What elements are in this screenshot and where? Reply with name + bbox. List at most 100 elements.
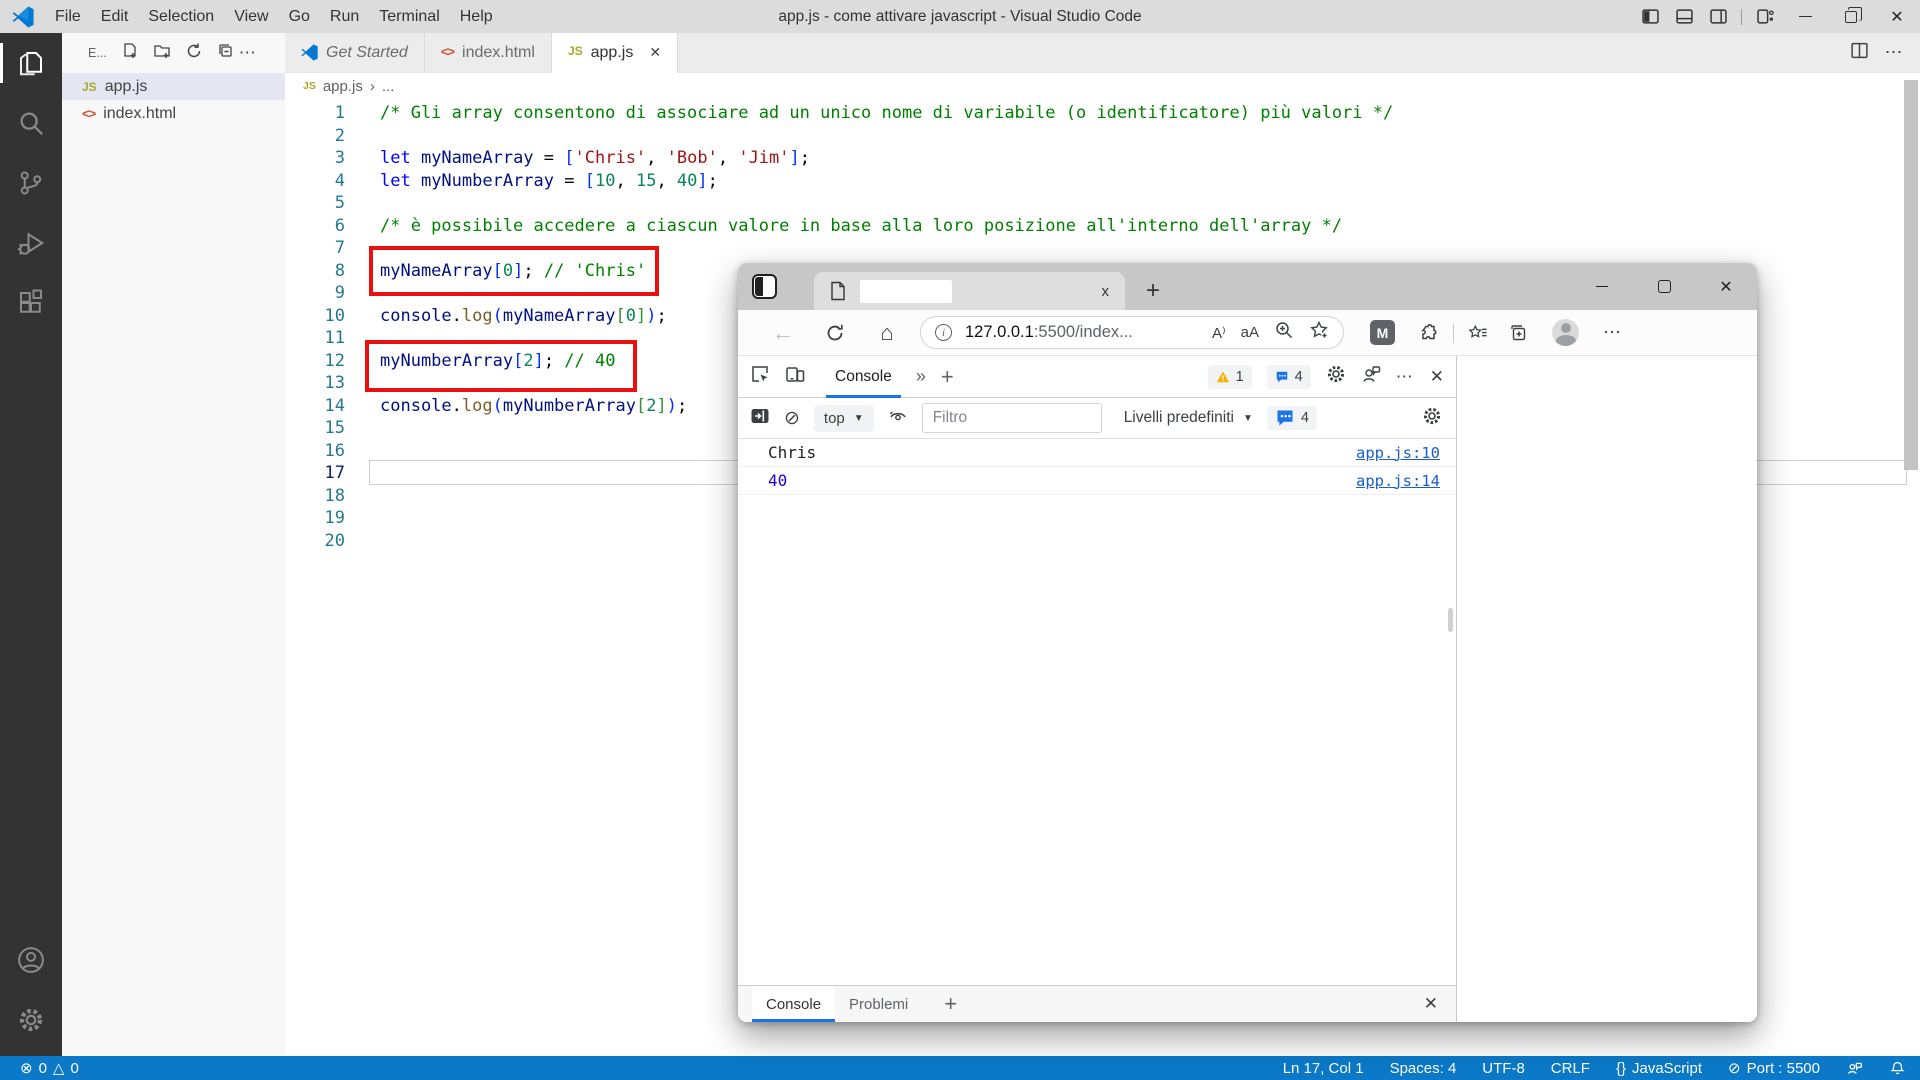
breadcrumb-symbol[interactable]: ... [382,78,395,95]
extension-m-icon[interactable]: M [1370,320,1395,345]
tab-get-started[interactable]: Get Started [285,33,425,72]
edge-close-button[interactable]: ✕ [1695,263,1757,310]
menu-selection[interactable]: Selection [138,0,224,33]
settings-more-icon[interactable]: ⋯ [1603,322,1623,343]
clear-console-icon[interactable]: ⊘ [784,409,800,428]
console-source-link[interactable]: app.js:14 [1356,472,1440,490]
edge-maximize-button[interactable] [1633,263,1695,310]
console-sidebar-icon[interactable] [750,406,770,431]
context-selector[interactable]: top ▼ [814,405,874,432]
edge-minimize-button[interactable] [1571,263,1633,310]
profile-avatar[interactable] [1552,319,1579,346]
refresh-icon[interactable] [185,42,203,65]
code-line[interactable] [380,192,1393,215]
settings-gear-icon[interactable] [0,990,62,1050]
explorer-more-actions[interactable]: ⋯ [239,43,257,63]
drawer-add-icon[interactable]: + [944,986,957,1022]
menu-go[interactable]: Go [279,0,320,33]
drawer-close-icon[interactable]: ✕ [1424,986,1456,1022]
search-icon[interactable] [0,93,62,153]
breadcrumb-file[interactable]: app.js [323,78,363,95]
browser-tab[interactable]: x [814,272,1125,310]
code-line[interactable] [380,125,1393,148]
code-line[interactable]: let myNameArray = ['Chris', 'Bob', 'Jim'… [380,147,1393,170]
code-line[interactable]: let myNumberArray = [10, 15, 40]; [380,170,1393,193]
extensions-icon[interactable] [0,273,62,333]
console-source-link[interactable]: app.js:10 [1356,444,1440,462]
file-item-indexhtml[interactable]: <> index.html [62,100,285,127]
back-icon[interactable]: ← [768,320,798,346]
vscode-close-button[interactable]: ✕ [1874,0,1920,33]
devtools-more-icon[interactable]: ⋯ [1396,367,1415,387]
collapse-folders-icon[interactable] [217,42,235,65]
translate-icon[interactable]: aA [1241,324,1259,341]
new-tab-button[interactable]: + [1138,276,1168,306]
code-line[interactable]: /* è possibile accedere a ciascun valore… [380,215,1393,238]
tab-close-icon[interactable]: x [1102,283,1110,300]
live-server-port[interactable]: ⊘ Port : 5500 [1728,1059,1820,1077]
home-icon[interactable]: ⌂ [872,320,902,346]
file-item-appjs[interactable]: JS app.js [62,73,285,100]
new-folder-icon[interactable] [153,42,171,65]
source-control-icon[interactable] [0,153,62,213]
messages-badge[interactable]: 4 [1267,365,1311,389]
site-info-icon[interactable]: i [935,324,952,341]
toggle-secondary-sidebar-icon[interactable] [1701,0,1735,33]
console-settings-gear-icon[interactable] [1422,406,1442,431]
toggle-sidebar-icon[interactable] [1633,0,1667,33]
code-line[interactable] [380,237,1393,260]
console-messages-badge[interactable]: 4 [1267,406,1317,430]
run-debug-icon[interactable] [0,213,62,273]
reload-icon[interactable] [820,323,850,343]
add-tab-icon[interactable]: + [941,364,954,390]
errors-count[interactable]: 0 [39,1060,47,1077]
devtools-settings-gear-icon[interactable] [1326,364,1346,389]
menu-run[interactable]: Run [320,0,369,33]
drawer-tab-problems[interactable]: Problemi [835,986,922,1022]
menu-terminal[interactable]: Terminal [369,0,449,33]
devtools-tab-console[interactable]: Console [826,356,901,398]
menu-view[interactable]: View [224,0,278,33]
eol-sequence[interactable]: CRLF [1551,1060,1590,1077]
menu-edit[interactable]: Edit [91,0,139,33]
collections-icon[interactable] [1508,323,1528,343]
tab-index-html[interactable]: <> index.html [425,33,552,72]
log-levels-selector[interactable]: Livelli predefiniti ▼ [1124,409,1253,427]
favorites-add-icon[interactable] [1309,320,1329,345]
explorer-section-header[interactable]: E... ⋯ [62,33,285,73]
live-expression-eye-icon[interactable] [888,406,908,431]
notifications-bell-icon[interactable] [1889,1060,1906,1077]
console-filter-input[interactable] [922,403,1102,433]
devtools-feedback-icon[interactable] [1361,364,1381,389]
code-line[interactable]: /* Gli array consentono di associare ad … [380,102,1393,125]
indentation[interactable]: Spaces: 4 [1390,1060,1457,1077]
explorer-icon[interactable] [0,33,62,93]
split-editor-icon[interactable] [1850,41,1869,65]
account-icon[interactable] [0,930,62,990]
vscode-minimize-button[interactable] [1782,0,1828,33]
device-toolbar-icon[interactable] [785,364,805,389]
tab-actions-menu-icon[interactable] [752,274,777,299]
extensions-puzzle-icon[interactable] [1419,323,1439,343]
menu-help[interactable]: Help [450,0,503,33]
tab-app-js[interactable]: JS app.js ✕ [552,33,678,73]
web-page-viewport[interactable] [1457,356,1757,1022]
menu-file[interactable]: File [45,0,91,33]
customize-layout-icon[interactable] [1748,0,1782,33]
drawer-tab-console[interactable]: Console [752,986,835,1022]
address-bar[interactable]: i 127.0.0.1:5500/index... A⁾ aA [920,316,1344,349]
warnings-count[interactable]: 0 [70,1060,78,1077]
editor-more-actions-icon[interactable]: ⋯ [1885,42,1905,63]
more-tabs-icon[interactable]: » [916,366,926,387]
cursor-position[interactable]: Ln 17, Col 1 [1283,1060,1364,1077]
warnings-badge[interactable]: 1 [1208,365,1252,389]
favorites-bar-icon[interactable] [1468,323,1488,343]
console-scrollbar-thumb[interactable] [1448,608,1453,632]
encoding[interactable]: UTF-8 [1482,1060,1525,1077]
editor-scrollbar-thumb[interactable] [1904,80,1918,470]
read-aloud-icon[interactable]: A⁾ [1212,324,1226,342]
toggle-panel-icon[interactable] [1667,0,1701,33]
vscode-restore-button[interactable] [1828,0,1874,33]
inspect-element-icon[interactable] [750,364,770,389]
tab-close-icon[interactable]: ✕ [649,44,661,61]
